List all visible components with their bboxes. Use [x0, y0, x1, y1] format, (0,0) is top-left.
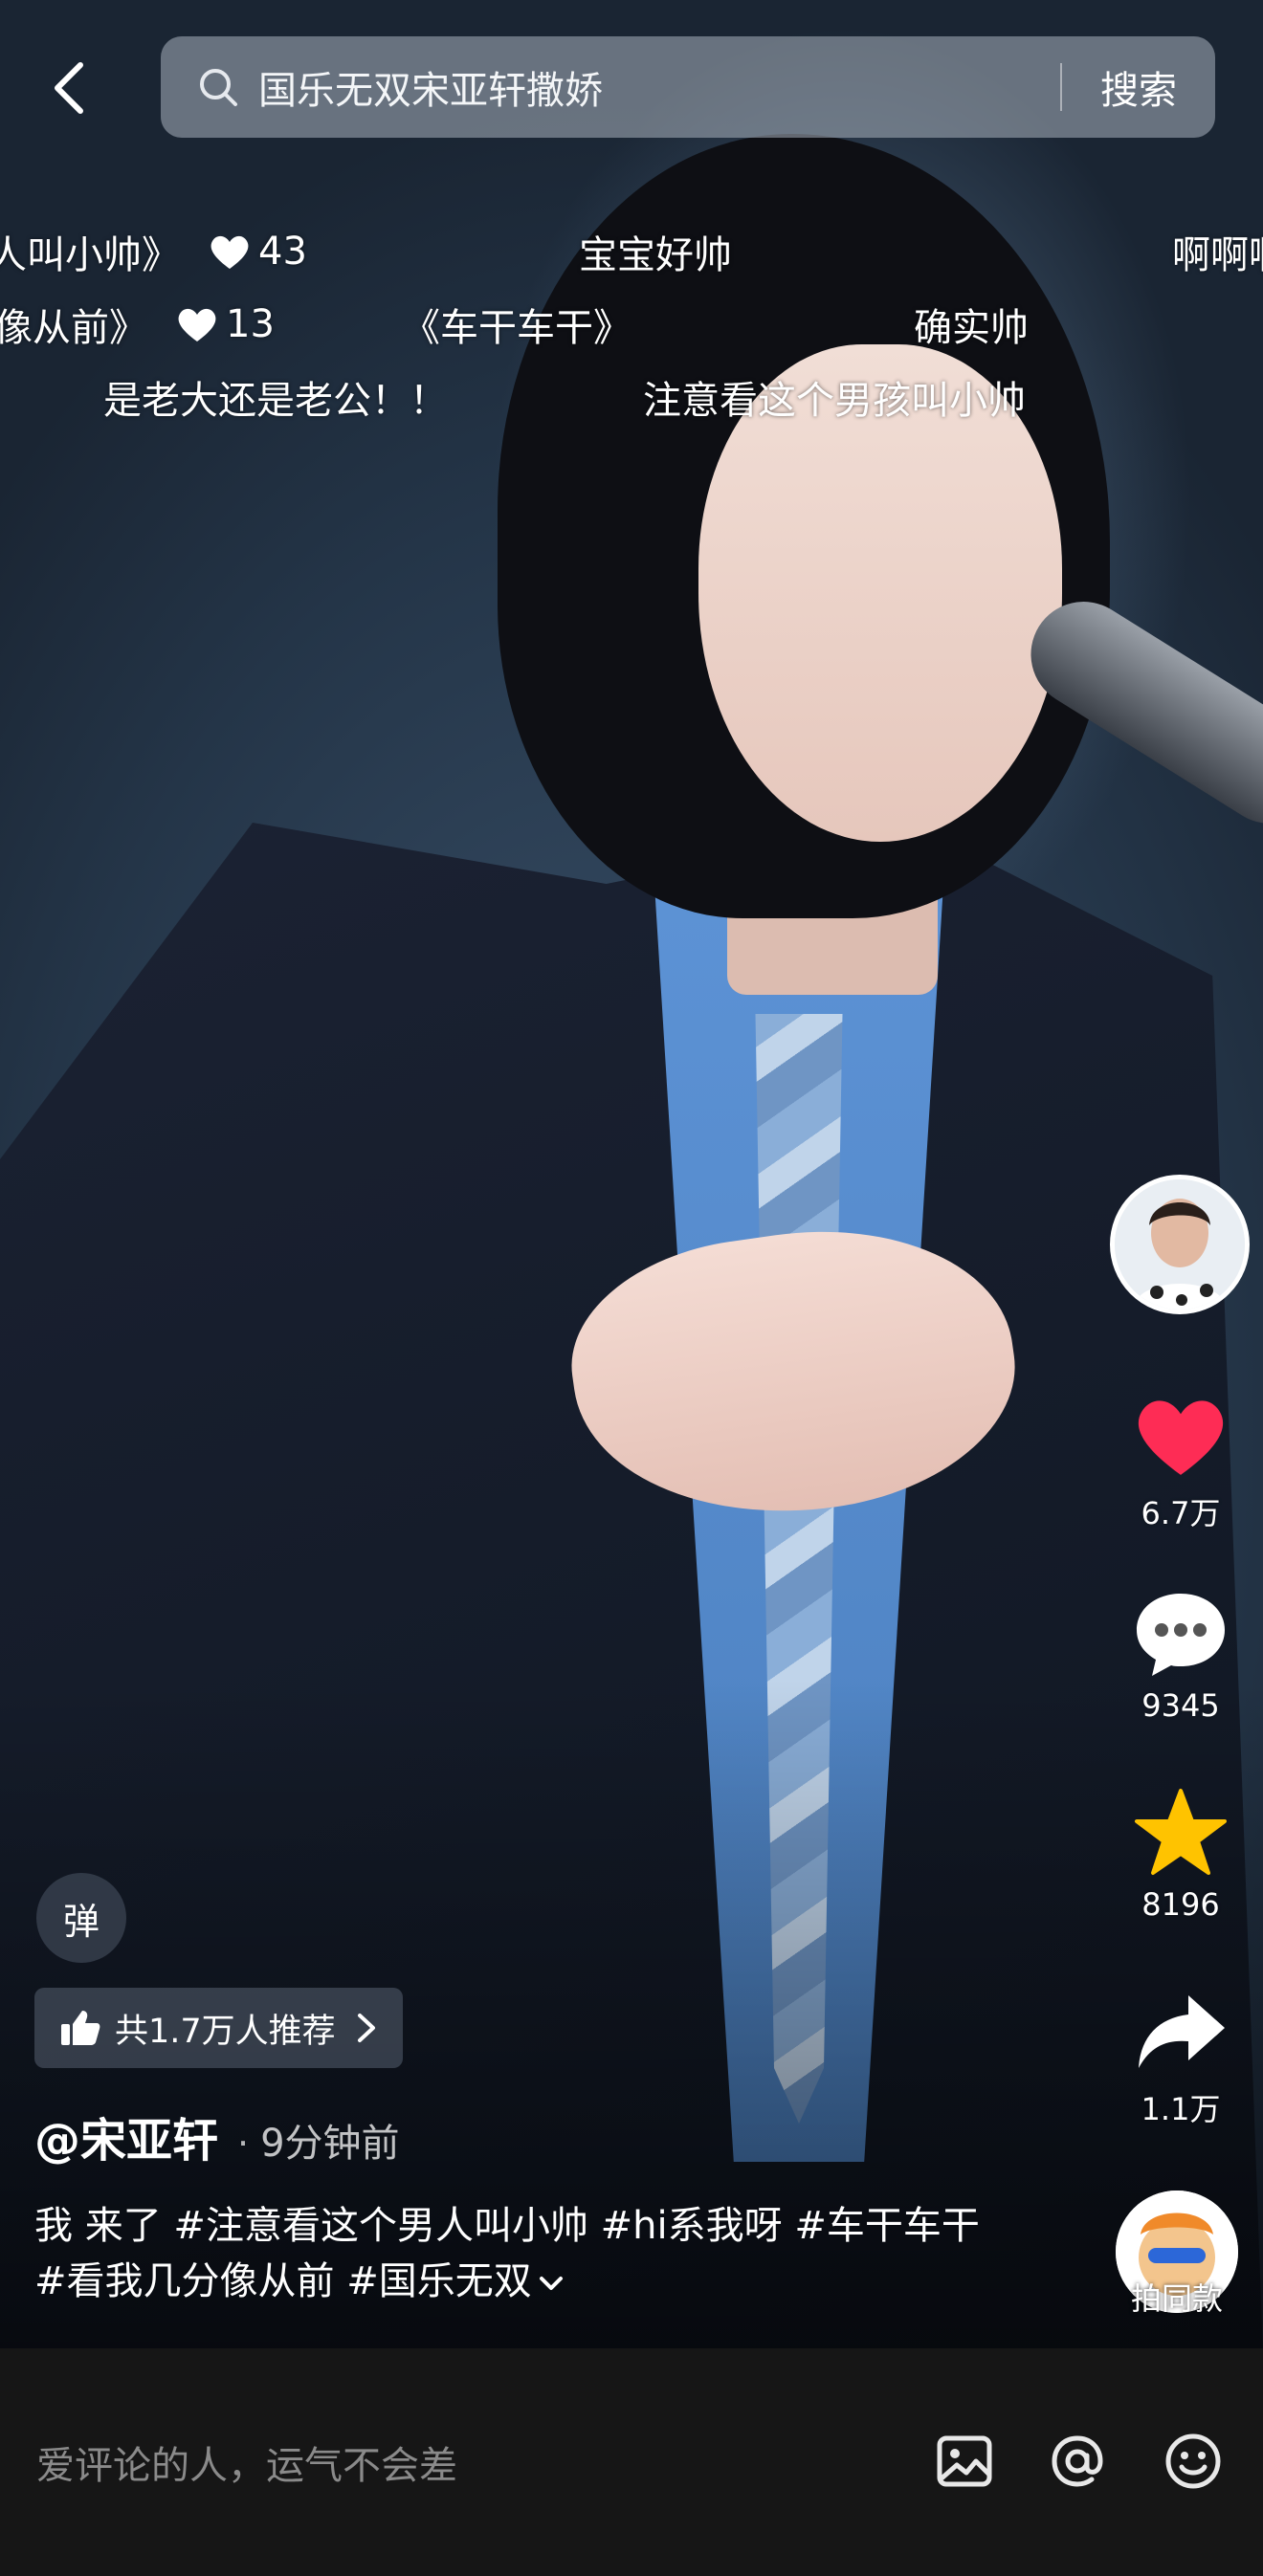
recommend-label: 共1.7万人推荐	[115, 2012, 336, 2051]
emoji-icon[interactable]	[1163, 2431, 1224, 2492]
same-style-label: 拍同款	[1130, 2280, 1223, 2317]
author-name[interactable]: @宋亚轩	[34, 2103, 218, 2169]
danmaku-item[interactable]: 注意看这个男孩叫小帅	[643, 369, 1026, 425]
recommend-chip[interactable]: 共1.7万人推荐	[34, 1988, 403, 2068]
separator-dot: ·	[237, 2123, 250, 2165]
author-avatar[interactable]	[1110, 1175, 1250, 1314]
heart-icon	[1138, 1400, 1224, 1475]
chevron-right-icon	[357, 2014, 375, 2042]
comment-bar: 爱评论的人，运气不会差	[0, 2348, 1263, 2576]
danmaku-item[interactable]: 《车干车干》	[402, 297, 632, 352]
comment-count: 9345	[1141, 1687, 1220, 1724]
favorite-button[interactable]: 8196	[1112, 1787, 1250, 1923]
back-button[interactable]	[38, 57, 100, 119]
like-button[interactable]: 6.7万	[1112, 1392, 1250, 1533]
share-icon	[1139, 1995, 1225, 2068]
danmaku-item[interactable]: 宝宝好帅	[579, 224, 732, 279]
comment-icon	[1137, 1594, 1225, 1676]
author-info[interactable]: @宋亚轩 · 9分钟前	[34, 2103, 400, 2169]
at-icon[interactable]	[1047, 2431, 1108, 2492]
share-button[interactable]: 1.1万	[1112, 1990, 1250, 2129]
same-style-button[interactable]: 拍同款	[1110, 2191, 1244, 2324]
comment-input[interactable]: 爱评论的人，运气不会差	[36, 2434, 457, 2490]
share-count: 1.1万	[1141, 2091, 1221, 2127]
image-icon[interactable]	[934, 2431, 995, 2492]
danmaku-item[interactable]: 像从前》 13	[0, 297, 275, 352]
avatar-image	[1115, 1179, 1245, 1310]
heart-icon	[210, 235, 249, 269]
danmaku-item[interactable]: 啊啊啊	[1172, 224, 1263, 279]
search-icon	[200, 69, 237, 106]
video-caption[interactable]: 我 来了 #注意看这个男人叫小帅 #hi系我呀 #车干车干 #看我几分像从前 #…	[34, 2198, 1010, 2309]
search-bar[interactable]: 国乐无双宋亚轩撒娇 搜索	[161, 36, 1215, 138]
back-arrow-icon	[55, 62, 83, 114]
heart-icon	[178, 308, 216, 341]
danmaku-item[interactable]: 确实帅	[914, 297, 1029, 352]
danmaku-item[interactable]: 是老大还是老公！！	[103, 369, 448, 425]
like-count: 6.7万	[1141, 1495, 1221, 1531]
post-time: 9分钟前	[260, 2122, 400, 2166]
search-input[interactable]: 国乐无双宋亚轩撒娇	[258, 59, 1060, 115]
danmaku-toggle-button[interactable]: 弹	[36, 1873, 126, 1963]
favorite-count: 8196	[1141, 1886, 1220, 1923]
chevron-down-icon[interactable]	[538, 2274, 565, 2293]
danmaku-item[interactable]: 人叫小帅》 43	[0, 224, 307, 279]
search-button[interactable]: 搜索	[1062, 59, 1215, 115]
star-icon	[1135, 1789, 1227, 1875]
thumb-up-icon	[61, 2011, 100, 2045]
comment-button[interactable]: 9345	[1112, 1590, 1250, 1724]
